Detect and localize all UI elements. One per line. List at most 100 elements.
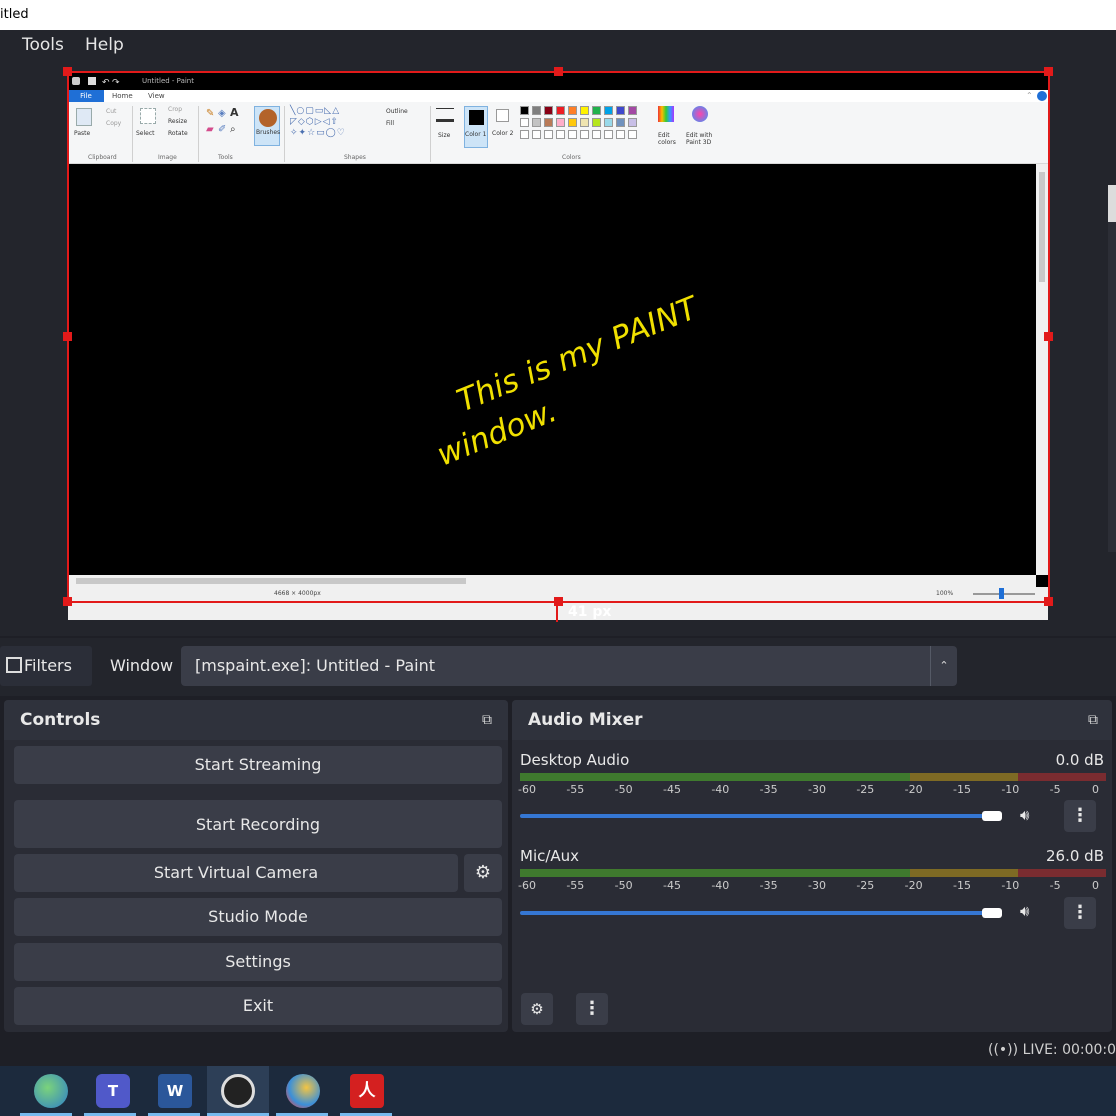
resize-handle-right[interactable] — [1044, 332, 1053, 341]
outline-button[interactable]: Outline — [386, 108, 408, 115]
cut-button[interactable]: Cut — [106, 108, 116, 115]
palette-swatch[interactable] — [532, 106, 541, 115]
palette-swatch[interactable] — [604, 118, 613, 127]
rotate-button[interactable]: Rotate — [168, 130, 188, 137]
edit-paint3d-button[interactable]: Edit with Paint 3D — [686, 132, 716, 146]
start-virtual-camera-button[interactable]: Start Virtual Camera — [14, 854, 458, 892]
advanced-audio-gear-icon[interactable]: ⚙ — [521, 993, 553, 1025]
edit-colors-button[interactable]: Edit colors — [658, 132, 682, 146]
paint-tab-view[interactable]: View — [148, 92, 165, 100]
start-streaming-button[interactable]: Start Streaming — [14, 746, 502, 784]
chevron-updown-icon[interactable]: ⌃ — [930, 646, 957, 686]
start-recording-button[interactable]: Start Recording — [14, 800, 502, 848]
filters-button[interactable]: Filters — [0, 646, 92, 686]
palette-swatch-empty[interactable] — [544, 130, 553, 139]
undock-icon[interactable]: ⧉ — [482, 712, 498, 728]
palette-swatch[interactable] — [520, 118, 529, 127]
palette-swatch[interactable] — [580, 118, 589, 127]
copy-button[interactable]: Copy — [106, 120, 121, 127]
palette-swatch[interactable] — [556, 118, 565, 127]
resize-handle-top[interactable] — [554, 67, 563, 76]
filter-icon — [6, 656, 22, 673]
palette-swatch[interactable] — [556, 106, 565, 115]
ribbon-separator — [430, 106, 431, 162]
audio-mixer-menu-icon[interactable]: ⋮ — [576, 993, 608, 1025]
mic-aux-fader-knob[interactable] — [982, 908, 1003, 918]
menu-tools[interactable]: Tools — [22, 30, 64, 60]
palette-swatch-empty[interactable] — [616, 130, 625, 139]
paint-icon[interactable] — [286, 1074, 320, 1108]
teams-icon[interactable]: T — [96, 1074, 130, 1108]
resize-handle-top-left[interactable] — [63, 67, 72, 76]
select-button[interactable]: Select — [136, 130, 155, 137]
palette-swatch[interactable] — [592, 106, 601, 115]
palette-swatch[interactable] — [568, 106, 577, 115]
desktop-audio-fader[interactable] — [520, 814, 996, 818]
shapes-gallery[interactable]: ╲○▢▭◺△ ◸◇⬡▷◁⇧ ✧✦☆▭◯♡ — [290, 106, 386, 142]
paint-tab-file[interactable]: File — [68, 90, 104, 102]
palette-swatch[interactable] — [532, 118, 541, 127]
earth-app-icon[interactable] — [34, 1074, 68, 1108]
paint-tab-home[interactable]: Home — [112, 92, 133, 100]
palette-swatch[interactable] — [628, 118, 637, 127]
paint-window-capture[interactable]: ↶ ↷ Untitled - Paint File Home View ⌃ Pa… — [68, 72, 1048, 620]
speaker-icon[interactable]: 🔊︎ — [1020, 902, 1029, 920]
resize-button[interactable]: Resize — [168, 118, 187, 125]
palette-swatch[interactable] — [580, 106, 589, 115]
palette-swatch[interactable] — [568, 118, 577, 127]
size-button[interactable]: Size — [438, 132, 450, 139]
undock-icon[interactable]: ⧉ — [1088, 712, 1104, 728]
resize-handle-bottom-left[interactable] — [63, 597, 72, 606]
crop-button[interactable]: Crop — [168, 106, 182, 113]
settings-button[interactable]: Settings — [14, 943, 502, 981]
zoom-slider-thumb[interactable] — [999, 588, 1004, 599]
paint-hscroll-thumb[interactable] — [76, 578, 466, 584]
color2-button[interactable]: Color 2 — [492, 106, 514, 148]
resize-handle-bottom-right[interactable] — [1044, 597, 1053, 606]
virtual-camera-settings-gear-icon[interactable]: ⚙ — [464, 854, 502, 892]
palette-swatch[interactable] — [592, 118, 601, 127]
palette-swatch[interactable] — [544, 106, 553, 115]
resize-handle-left[interactable] — [63, 332, 72, 341]
paste-button[interactable]: Paste — [74, 130, 90, 137]
palette-swatch-empty[interactable] — [580, 130, 589, 139]
eraser-icon[interactable]: ▰ — [206, 124, 214, 135]
obs-icon[interactable] — [221, 1074, 255, 1108]
word-icon[interactable]: W — [158, 1074, 192, 1108]
palette-swatch-empty[interactable] — [556, 130, 565, 139]
color1-button[interactable]: Color 1 — [464, 106, 488, 148]
studio-mode-button[interactable]: Studio Mode — [14, 898, 502, 936]
palette-swatch[interactable] — [544, 118, 553, 127]
brushes-button[interactable]: Brushes — [254, 106, 280, 146]
magnifier-icon[interactable]: ⌕ — [230, 124, 236, 135]
resize-handle-top-right[interactable] — [1044, 67, 1053, 76]
mic-aux-menu-icon[interactable]: ⋮ — [1064, 897, 1096, 929]
paint-vscroll-thumb[interactable] — [1039, 172, 1045, 282]
window-source-select[interactable]: [mspaint.exe]: Untitled - Paint — [181, 646, 957, 686]
desktop-audio-menu-icon[interactable]: ⋮ — [1064, 800, 1096, 832]
palette-swatch-empty[interactable] — [568, 130, 577, 139]
palette-swatch-empty[interactable] — [604, 130, 613, 139]
acrobat-icon[interactable]: 人 — [350, 1074, 384, 1108]
palette-swatch[interactable] — [616, 106, 625, 115]
palette-swatch-empty[interactable] — [532, 130, 541, 139]
color-picker-icon[interactable]: ✐ — [218, 124, 226, 135]
palette-swatch-empty[interactable] — [628, 130, 637, 139]
palette-swatch[interactable] — [628, 106, 637, 115]
exit-button[interactable]: Exit — [14, 987, 502, 1025]
palette-swatch[interactable] — [616, 118, 625, 127]
speaker-icon[interactable]: 🔊︎ — [1020, 806, 1029, 824]
zoom-slider-track[interactable] — [973, 593, 1035, 595]
text-icon[interactable]: A — [230, 106, 239, 119]
fill-icon[interactable]: ◈ — [218, 108, 226, 119]
palette-swatch[interactable] — [520, 106, 529, 115]
paint-canvas[interactable]: This is my PAINT window. — [68, 164, 1036, 575]
palette-swatch-empty[interactable] — [520, 130, 529, 139]
desktop-audio-fader-knob[interactable] — [982, 811, 1003, 821]
pencil-icon[interactable]: ✎ — [206, 108, 214, 119]
menu-help[interactable]: Help — [85, 30, 124, 60]
palette-swatch[interactable] — [604, 106, 613, 115]
palette-swatch-empty[interactable] — [592, 130, 601, 139]
fill-button[interactable]: Fill — [386, 120, 394, 127]
mic-aux-fader[interactable] — [520, 911, 996, 915]
